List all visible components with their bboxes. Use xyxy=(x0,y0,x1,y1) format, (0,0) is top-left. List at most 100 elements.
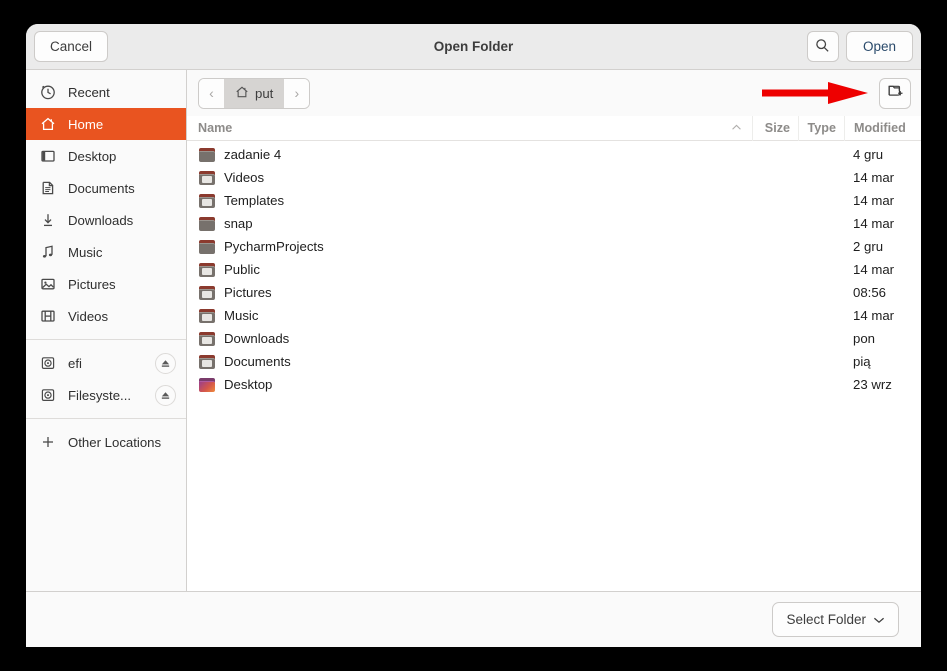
sidebar-item-label: Filesyste... xyxy=(68,387,132,403)
home-icon xyxy=(39,115,57,133)
sidebar-divider xyxy=(26,339,186,340)
sidebar-item-label: Music xyxy=(68,244,103,260)
sidebar-item-label: Videos xyxy=(68,308,109,324)
file-name-label: Downloads xyxy=(224,331,290,346)
dialog-title: Open Folder xyxy=(433,39,514,54)
table-row[interactable]: Videos 14 mar xyxy=(187,166,921,189)
open-button-label: Open xyxy=(862,39,896,54)
file-name-label: snap xyxy=(224,216,253,231)
table-row[interactable]: zadanie 4 4 gru xyxy=(187,143,921,166)
file-modified-cell: 14 mar xyxy=(853,193,895,208)
desktop-icon xyxy=(39,147,57,165)
file-name-cell: Desktop xyxy=(187,377,752,392)
sidebar-item-other-locations[interactable]: Other Locations xyxy=(26,426,186,458)
search-button[interactable] xyxy=(806,31,839,62)
eject-button[interactable] xyxy=(155,384,176,406)
breadcrumb-forward-button[interactable]: › xyxy=(284,78,310,108)
select-folder-dropdown-button[interactable]: Select Folder xyxy=(772,602,899,637)
column-header-type[interactable]: Type xyxy=(798,115,844,141)
file-name-cell: Music xyxy=(187,308,752,323)
create-folder-button[interactable] xyxy=(879,77,911,109)
file-name-label: Desktop xyxy=(224,377,273,392)
sidebar-divider xyxy=(26,418,186,419)
folder-plain-icon xyxy=(199,216,215,231)
clock-icon xyxy=(39,83,57,101)
folder-plain-icon xyxy=(199,147,215,162)
file-modified-cell: 23 wrz xyxy=(853,377,892,392)
column-headers: Name Size Type Modified xyxy=(187,115,921,141)
search-icon xyxy=(815,38,830,56)
cancel-button[interactable]: Cancel xyxy=(34,31,109,62)
breadcrumb-back-button[interactable]: ‹ xyxy=(199,78,224,108)
chevron-down-icon xyxy=(873,612,885,627)
file-modified-cell: 14 mar xyxy=(853,216,895,231)
file-name-cell: Public xyxy=(187,262,752,277)
folder-documents-icon xyxy=(199,354,215,369)
file-list[interactable]: zadanie 4 4 gru Videos 14 mar Templates 14 ma… xyxy=(187,141,921,591)
sidebar-item-label: Pictures xyxy=(68,276,116,292)
open-button[interactable]: Open xyxy=(845,31,913,62)
sidebar-item-documents[interactable]: Documents xyxy=(26,172,186,204)
breadcrumb-label: put xyxy=(255,85,274,101)
sidebar-item-desktop[interactable]: Desktop xyxy=(26,140,186,172)
table-row[interactable]: snap 14 mar xyxy=(187,212,921,235)
breadcrumb-item-put[interactable]: put xyxy=(224,78,285,108)
table-row[interactable]: Desktop 23 wrz xyxy=(187,373,921,396)
table-row[interactable]: PycharmProjects 2 gru xyxy=(187,235,921,258)
sidebar-item-label: efi xyxy=(68,355,82,371)
dialog-action-bar: Select Folder xyxy=(26,591,921,647)
column-header-modified[interactable]: Modified xyxy=(844,115,921,141)
file-modified-cell: 2 gru xyxy=(853,239,884,254)
document-icon xyxy=(39,179,57,197)
file-name-cell: Documents xyxy=(187,354,752,369)
places-sidebar: Recent Home Desktop Documents Downloads … xyxy=(26,70,187,591)
column-header-size-label: Size xyxy=(764,121,790,135)
folder-templates-icon xyxy=(199,193,215,208)
table-row[interactable]: Templates 14 mar xyxy=(187,189,921,212)
sidebar-item-efi[interactable]: efi xyxy=(26,347,186,379)
path-bar-row: ‹ put › xyxy=(187,70,921,116)
file-name-label: Public xyxy=(224,262,260,277)
table-row[interactable]: Music 14 mar xyxy=(187,304,921,327)
folder-public-icon xyxy=(199,262,215,277)
film-icon xyxy=(39,307,57,325)
dialog-header-bar: Cancel Open Folder Open xyxy=(26,24,921,70)
column-header-size[interactable]: Size xyxy=(752,115,798,141)
folder-downloads-icon xyxy=(199,331,215,346)
table-row[interactable]: Downloads pon xyxy=(187,327,921,350)
sidebar-item-label: Home xyxy=(68,116,104,132)
sidebar-item-pictures[interactable]: Pictures xyxy=(26,268,186,300)
folder-videos-icon xyxy=(199,170,215,185)
file-modified-cell: pon xyxy=(853,331,876,346)
sidebar-item-music[interactable]: Music xyxy=(26,236,186,268)
file-name-cell: Videos xyxy=(187,170,752,185)
table-row[interactable]: Pictures 08:56 xyxy=(187,281,921,304)
download-icon xyxy=(39,211,57,229)
file-chooser-dialog: Cancel Open Folder Open Recent Home Desk… xyxy=(26,24,921,647)
file-name-label: Documents xyxy=(224,354,291,369)
sidebar-item-filesystem[interactable]: Filesyste... xyxy=(26,379,186,411)
file-modified-cell: pią xyxy=(853,354,871,369)
folder-plain-icon xyxy=(199,239,215,254)
sidebar-item-label: Downloads xyxy=(68,212,134,228)
column-header-name[interactable]: Name xyxy=(187,116,752,141)
disk-icon xyxy=(39,354,57,372)
table-row[interactable]: Public 14 mar xyxy=(187,258,921,281)
header-right-group: Open xyxy=(806,31,913,62)
sidebar-item-label: Desktop xyxy=(68,148,117,164)
file-name-cell: zadanie 4 xyxy=(187,147,752,162)
sidebar-item-videos[interactable]: Videos xyxy=(26,300,186,332)
eject-button[interactable] xyxy=(155,352,176,374)
sidebar-item-label: Other Locations xyxy=(68,434,162,450)
sidebar-item-downloads[interactable]: Downloads xyxy=(26,204,186,236)
new-folder-icon xyxy=(887,82,904,104)
music-note-icon xyxy=(39,243,57,261)
file-name-label: Templates xyxy=(224,193,285,208)
file-name-cell: Templates xyxy=(187,193,752,208)
table-row[interactable]: Documents pią xyxy=(187,350,921,373)
sidebar-item-recent[interactable]: Recent xyxy=(26,76,186,108)
sidebar-item-home[interactable]: Home xyxy=(26,108,186,140)
file-modified-cell: 4 gru xyxy=(853,147,884,162)
breadcrumb: ‹ put › xyxy=(198,77,311,109)
sidebar-item-label: Recent xyxy=(68,84,110,100)
